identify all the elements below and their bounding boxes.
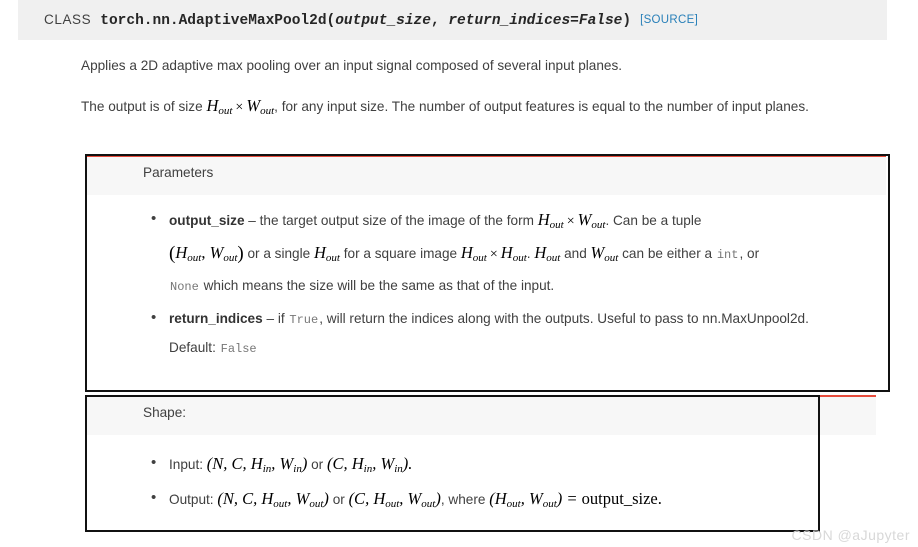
signature-close-paren: ) — [622, 13, 632, 29]
math-times: × — [566, 214, 575, 229]
math-times: × — [489, 247, 498, 262]
shape-heading: Shape: — [143, 405, 187, 420]
watermark: CSDN @aJupyter — [791, 527, 910, 543]
math-input-shape-unbatched: (C, Hin, Win). — [326, 454, 413, 475]
math-w-out: Wout — [577, 210, 606, 231]
code-literal-true: True — [289, 313, 319, 327]
param0-text-g: can be either a — [618, 246, 716, 261]
math-output-shape-batched: (N, C, Hout, Wout) — [217, 489, 329, 510]
math-h-out: Hout — [206, 96, 233, 117]
param1-default-line: Default: False — [169, 335, 873, 362]
shape-item-output: Output: (N, C, Hout, Wout) or (C, Hout, … — [143, 483, 863, 519]
shape-item-input: Input: (N, C, Hin, Win) or (C, Hin, Win)… — [143, 448, 863, 484]
parameters-heading: Parameters — [143, 165, 214, 180]
desc2-text-b: , for any input size. The number of outp… — [274, 99, 809, 114]
math-w-out: Wout — [209, 243, 238, 264]
math-h-out: Hout — [313, 243, 340, 264]
math-output-size-result: output_size. — [581, 489, 662, 508]
math-times: × — [235, 100, 244, 115]
shape-list: Input: (N, C, Hin, Win) or (C, Hin, Win)… — [143, 448, 863, 519]
shape-output-where: , where — [440, 492, 490, 507]
math-h-out: Hout — [534, 243, 561, 264]
shape-input-label: Input: — [169, 457, 207, 472]
param0-text-b: . Can be a tuple — [605, 213, 702, 228]
param1-default-label: Default: — [169, 340, 220, 355]
math-h-out: Hout — [537, 210, 564, 231]
parameter-name-return-indices: return_indices — [169, 311, 263, 326]
param0-text-d: for a square image — [339, 246, 461, 261]
param1-text-b: , will return the indices along with the… — [319, 311, 809, 326]
param0-text-c: or a single — [243, 246, 314, 261]
signature-arg-return-indices: return_indices=False — [448, 13, 623, 29]
param0-text-i: which means the size will be the same as… — [199, 278, 555, 293]
math-comma: , — [201, 243, 210, 262]
math-h-out: Hout — [500, 243, 527, 264]
shape-header-band — [85, 397, 876, 435]
parameter-name-output-size: output_size — [169, 213, 245, 228]
signature-open-paren: ( — [326, 13, 336, 29]
param0-text-h: , or — [739, 246, 760, 261]
class-signature: CLASS torch.nn.AdaptiveMaxPool2d(output_s… — [44, 10, 698, 31]
math-output-size-expr: (Hout, Wout) = — [489, 489, 582, 510]
math-w-out: Wout — [590, 243, 619, 264]
param1-text-a: if — [277, 311, 289, 326]
math-h-out: Hout — [460, 243, 487, 264]
shape-output-or: or — [328, 492, 349, 507]
description-paragraph-2: The output is of size Hout × Wout, for any… — [81, 93, 871, 124]
description-paragraph-1: Applies a 2D adaptive max pooling over a… — [81, 58, 623, 73]
math-h-out: Hout — [175, 243, 202, 264]
class-keyword: CLASS — [44, 12, 92, 27]
signature-arg-output-size: output_size — [335, 13, 431, 29]
math-input-shape-batched: (N, C, Hin, Win) — [206, 454, 308, 475]
shape-output-label: Output: — [169, 492, 218, 507]
param1-dash: – — [262, 311, 278, 326]
parameters-field-box: Parameters output_size – the target outp… — [85, 155, 886, 388]
shape-input-or: or — [307, 457, 327, 472]
param0-line-2: (Hout, Wout) or a single Hout for a squa… — [169, 240, 873, 271]
code-literal-int: int — [716, 248, 739, 262]
signature-comma: , — [430, 13, 449, 29]
param0-dash: – — [244, 213, 260, 228]
shape-field-box: Shape: Input: (N, C, Hin, Win) or (C, Hi… — [85, 395, 876, 527]
param0-line-3: None which means the size will be the sa… — [169, 273, 873, 300]
parameter-item-return-indices: return_indices – if True, will return th… — [143, 305, 873, 362]
code-literal-none: None — [170, 280, 199, 294]
parameters-list: output_size – the target output size of … — [143, 206, 873, 368]
math-w-out: Wout — [246, 96, 275, 117]
class-signature-band: CLASS torch.nn.AdaptiveMaxPool2d(output_s… — [18, 0, 887, 40]
desc2-text-a: The output is of size — [81, 99, 207, 114]
class-qualified-name: torch.nn.AdaptiveMaxPool2d — [100, 13, 327, 29]
code-literal-false: False — [220, 342, 257, 356]
source-link[interactable]: [SOURCE] — [640, 14, 698, 26]
param0-text-a: the target output size of the image of t… — [259, 213, 538, 228]
parameter-item-output-size: output_size – the target output size of … — [143, 206, 873, 300]
math-output-shape-unbatched: (C, Hout, Wout) — [348, 489, 441, 510]
param0-text-f: and — [560, 246, 591, 261]
